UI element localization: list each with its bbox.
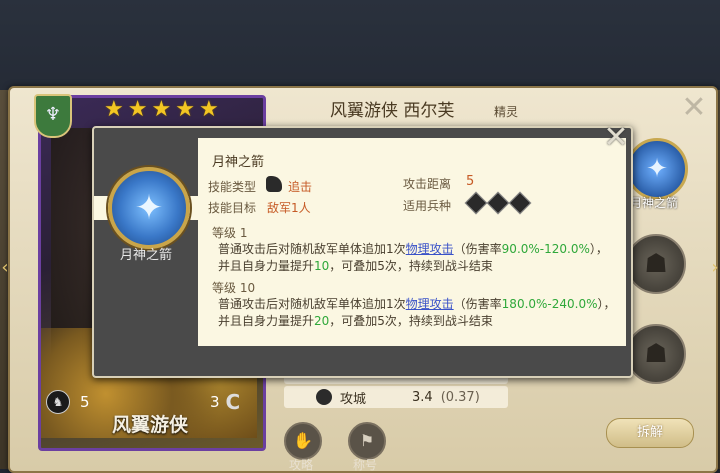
units-key: 适用兵种 bbox=[403, 199, 452, 213]
guide-button[interactable]: ✋ bbox=[284, 422, 322, 460]
stat-row-siege: 攻城 3.4 (0.37) bbox=[284, 386, 508, 408]
card-cost: ♞ 5 bbox=[46, 390, 90, 414]
background-top bbox=[0, 0, 720, 90]
cost-value: 5 bbox=[80, 393, 90, 411]
skill-type-key: 技能类型 bbox=[208, 180, 257, 194]
physical-attack-link[interactable]: 物理攻击 bbox=[406, 297, 454, 311]
close-icon[interactable]: ✕ bbox=[602, 123, 630, 153]
star-icon: ★ bbox=[198, 97, 219, 122]
cavalry-icon bbox=[464, 191, 488, 215]
prev-hero-arrow[interactable]: ‹ bbox=[0, 258, 10, 278]
target-value: 敌军1人 bbox=[267, 201, 311, 215]
star-icon: ★ bbox=[104, 97, 124, 122]
faction-badge-icon: ♆ bbox=[34, 94, 72, 138]
skill-slot-locked[interactable]: ☗ bbox=[626, 234, 686, 294]
star-icon: ★ bbox=[175, 97, 195, 122]
physical-attack-link[interactable]: 物理攻击 bbox=[406, 242, 454, 256]
star-icon: ★ bbox=[127, 97, 148, 122]
range-value: 5 bbox=[466, 174, 475, 189]
skill-type-value: 追击 bbox=[288, 180, 313, 194]
level-1-description: 普通攻击后对随机敌军单体追加1次物理攻击（伤害率90.0%-120.0%），并且… bbox=[218, 242, 608, 273]
star-rating: ★ ★ ★ ★ ★ bbox=[104, 99, 219, 121]
card-rank: 3 C bbox=[210, 390, 240, 414]
skill-medal-label: 月神之箭 bbox=[119, 248, 172, 263]
range-key: 攻击距离 bbox=[403, 177, 452, 191]
stat-label: 攻城 bbox=[340, 391, 367, 407]
siege-icon bbox=[316, 389, 332, 405]
close-icon[interactable]: ✕ bbox=[680, 93, 708, 123]
infantry-icon bbox=[486, 191, 510, 215]
skill-slot-label: 月神之箭 bbox=[629, 196, 678, 210]
next-hero-arrow[interactable]: › bbox=[710, 258, 720, 278]
level-1-title: 等级 1 bbox=[212, 226, 248, 240]
hero-title: 风翼游侠 西尔芙 bbox=[330, 101, 455, 121]
star-icon: ★ bbox=[151, 97, 172, 122]
level-10-description: 普通攻击后对随机敌军单体追加1次物理攻击（伤害率180.0%-240.0%），并… bbox=[218, 297, 616, 328]
archer-icon bbox=[508, 191, 532, 215]
stat-value: 3.4 bbox=[412, 389, 433, 405]
rank-value: 3 bbox=[210, 393, 220, 411]
title-button[interactable]: ⚑ bbox=[348, 422, 386, 460]
hero-card-name: 风翼游侠 bbox=[111, 414, 188, 436]
title-label: 称号 bbox=[352, 458, 377, 472]
stat-delta: (0.37) bbox=[440, 389, 480, 405]
target-key: 技能目标 bbox=[208, 201, 257, 215]
rank-badge: C bbox=[225, 390, 241, 414]
hero-class: 精灵 bbox=[494, 105, 519, 119]
dismiss-button[interactable]: 拆解 bbox=[606, 418, 694, 448]
horse-icon: ♞ bbox=[46, 390, 70, 414]
skill-slot-locked[interactable]: ☗ bbox=[626, 324, 686, 384]
level-10-title: 等级 10 bbox=[212, 281, 256, 295]
guide-label: 攻略 bbox=[288, 458, 313, 472]
skill-name: 月神之箭 bbox=[212, 155, 265, 170]
skill-medal-icon: ✦ bbox=[108, 167, 190, 249]
unit-type-icons bbox=[464, 191, 532, 215]
skill-slot-active[interactable]: ✦ bbox=[626, 138, 688, 200]
